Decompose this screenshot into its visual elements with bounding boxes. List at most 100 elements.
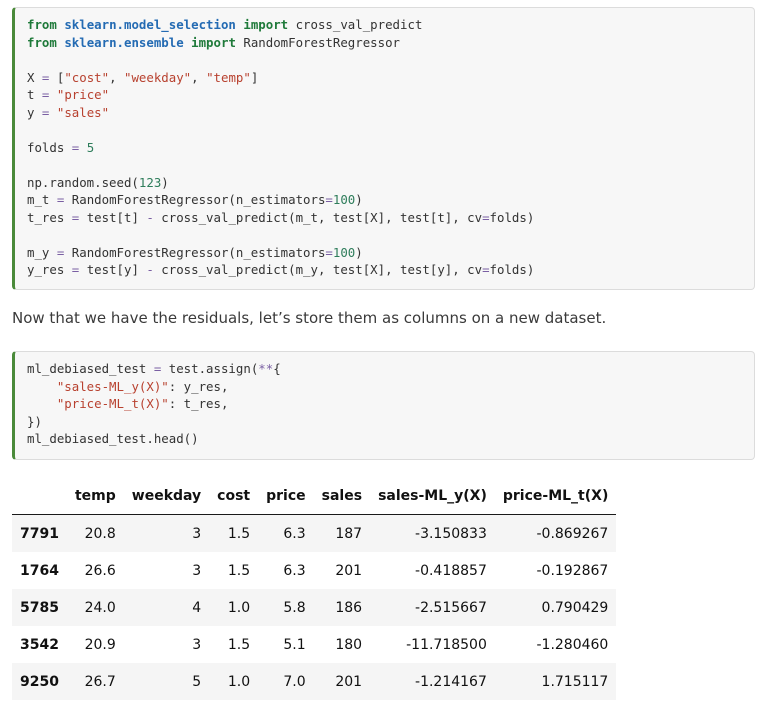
code-token: RandomForestRegressor [235, 34, 401, 50]
table-cell: 1.0 [227, 673, 251, 690]
table-cell: -1.280460 [536, 636, 609, 653]
code-line: ml_debiased_test = test.assign(**{ [27, 360, 754, 378]
table-cell: 20.9 [84, 636, 116, 653]
code-token: - [146, 262, 154, 277]
code-token: ] [250, 69, 259, 85]
table-cell: 180 [335, 636, 363, 653]
code-token: import [243, 17, 289, 32]
column-header: price [258, 477, 314, 515]
code-token: RandomForestRegressor(n_estimators [64, 244, 326, 260]
code-line: from sklearn.model_selection import cros… [27, 16, 754, 34]
code-line: }) [27, 413, 754, 431]
table-cell: -2.515667 [415, 599, 487, 616]
code-token: : t_res, [168, 396, 229, 411]
table-cell: -0.192867 [536, 562, 609, 579]
table-row: 1764 26.6 3 1.5 6.3 201 -0.418857 -0.192867 [12, 552, 616, 589]
code-token: "cost" [64, 69, 110, 85]
column-header: sales [313, 477, 371, 515]
column-header: price-ML_t(X) [494, 477, 617, 515]
table-row: 5785 24.0 4 1.0 5.8 186 -2.515667 0.790429 [12, 589, 617, 626]
code-token: y_res [27, 262, 72, 277]
code-line: t = "price" [27, 86, 754, 104]
code-token: cross_val_predict [288, 17, 423, 32]
code-line: y_res = test[y] - cross_val_predict(m_y,… [27, 261, 754, 279]
table-cell: 1.5 [227, 562, 251, 579]
code-token: ml_debiased_test [27, 361, 154, 376]
table-cell: -3.150833 [415, 525, 487, 542]
code-token: RandomForestRegressor(n_estimators [64, 192, 326, 207]
code-token: cross_val_predict(m_t, test[X], test[t],… [153, 209, 483, 225]
code-token: [ [49, 69, 65, 85]
prose-paragraph: Now that we have the residuals, let’s st… [12, 309, 607, 327]
code-token: folds) [489, 209, 535, 225]
code-token: folds) [489, 262, 535, 277]
code-line: ml_debiased_test.head() [27, 430, 754, 448]
table-header-row: temp weekday cost price sales sales-ML_y(X) pr… [12, 477, 617, 515]
code-token: , [109, 69, 124, 85]
code-token: 123 [138, 174, 162, 190]
code-token: }) [27, 413, 42, 429]
code-token: 5 [86, 139, 95, 155]
code-token: np.random.seed( [27, 174, 139, 190]
table-cell: 201 [335, 673, 363, 690]
row-index: 7791 [20, 525, 59, 542]
code-token: "weekday" [124, 69, 192, 85]
code-line: t_res = test[t] - cross_val_predict(m_t,… [27, 209, 754, 227]
table-cell: -1.214167 [415, 673, 487, 690]
code-token: m_t [27, 192, 57, 207]
table-cell: 6.3 [283, 562, 306, 579]
code-cell-2[interactable]: ml_debiased_test = test.assign(**{ "sale… [12, 351, 755, 460]
code-token: "sales-ML_y(X)" [56, 378, 169, 394]
table-cell: 6.3 [283, 525, 306, 542]
dataframe-table: temp weekday cost price sales sales-ML_y(X) pr… [12, 477, 617, 700]
table-cell: -11.718500 [406, 636, 487, 653]
code-token: X [27, 69, 42, 85]
code-token: = [482, 262, 490, 277]
code-token: y [27, 104, 42, 120]
row-index: 1764 [20, 562, 59, 579]
code-cell-1[interactable]: from sklearn.model_selection import cros… [12, 7, 755, 290]
code-token: ) [161, 174, 169, 190]
table-cell: 4 [192, 599, 202, 616]
code-token: t_res [27, 209, 72, 225]
code-token: , [191, 69, 207, 85]
table-body: 7791 20.8 3 1.5 6.3 187 -3.150833 -0.869267 1764… [12, 514, 617, 700]
table-cell: 3 [192, 562, 202, 579]
table-cell: 0.790429 [541, 599, 609, 616]
code-token: ) [355, 244, 363, 260]
table-cell: 1.5 [227, 636, 251, 653]
table-cell: 7.0 [283, 673, 306, 690]
table-cell: 201 [335, 562, 363, 579]
code-line: "sales-ML_y(X)": y_res, [27, 378, 754, 396]
column-header [12, 477, 67, 515]
code-token: sklearn.model_selection [64, 17, 236, 32]
code-token: "sales" [56, 104, 110, 120]
code-line: X = ["cost", "weekday", "temp"] [27, 69, 754, 87]
code-token: test[t] [79, 209, 147, 225]
code-token: { [273, 361, 281, 376]
table-row: 9250 26.7 5 1.0 7.0 201 -1.214167 1.715117 [12, 663, 617, 700]
table-cell: -0.869267 [536, 525, 609, 542]
table-cell: -0.418857 [415, 562, 487, 579]
code-line: from sklearn.ensemble import RandomFores… [27, 34, 754, 52]
table-cell: 3 [192, 525, 202, 542]
code-token: from [27, 17, 57, 32]
code-line: m_y = RandomForestRegressor(n_estimators… [27, 244, 754, 262]
table-cell: 3 [192, 636, 202, 653]
row-index: 3542 [20, 636, 59, 653]
code-token: from [27, 34, 57, 50]
code-token: folds [27, 139, 72, 155]
code-line: folds = 5 [27, 139, 754, 157]
table-cell: 20.8 [84, 525, 116, 542]
table-cell: 187 [335, 525, 363, 542]
code-line: np.random.seed(123) [27, 174, 754, 192]
code-token: import [191, 34, 236, 50]
column-header: temp [66, 477, 124, 515]
code-token: = [325, 244, 333, 260]
code-token: sklearn.ensemble [64, 34, 184, 50]
table-cell: 24.0 [84, 599, 116, 616]
